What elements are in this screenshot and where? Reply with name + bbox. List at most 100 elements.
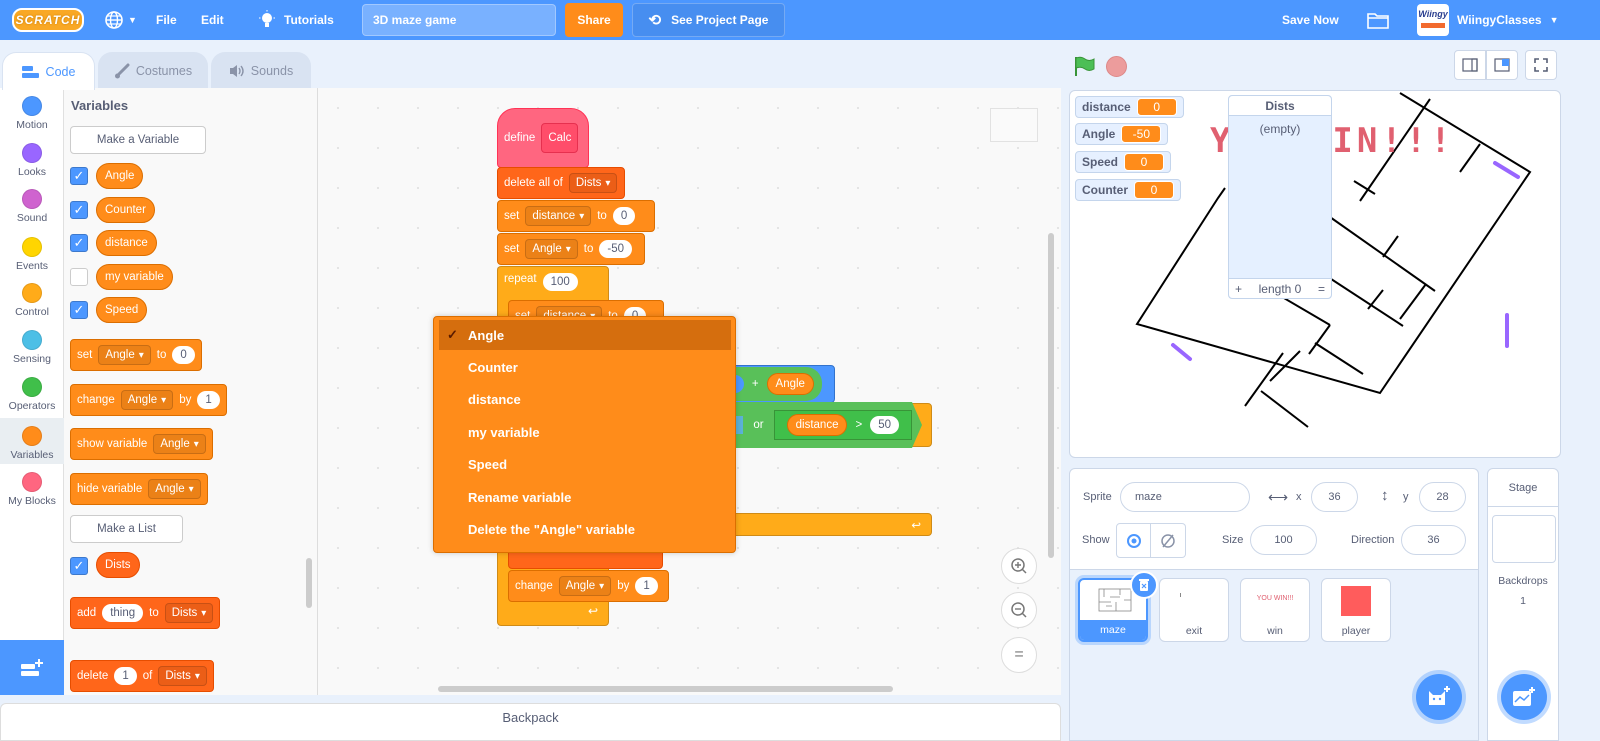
monitor-angle[interactable]: Angle -50	[1075, 123, 1169, 145]
delete-variable-option[interactable]: Delete the "Angle" variable	[439, 514, 731, 544]
variable-dropdown[interactable]: distance	[525, 206, 592, 226]
variable-reporter-my-variable[interactable]: my variable	[96, 264, 173, 290]
value-input[interactable]: 1	[635, 577, 658, 595]
category-control[interactable]: Control	[0, 275, 64, 322]
edit-menu[interactable]: Edit	[201, 0, 224, 40]
or-operator[interactable]: ? or distance > 50	[707, 402, 922, 448]
variable-reporter-distance[interactable]: distance	[96, 230, 157, 256]
size-input[interactable]: 100	[1250, 525, 1317, 555]
variable-dropdown[interactable]: Angle	[558, 576, 612, 596]
choose-backdrop-button[interactable]	[1501, 674, 1547, 720]
language-button[interactable]: ▼	[104, 0, 137, 40]
dropdown-item-my-variable[interactable]: my variable	[439, 417, 731, 447]
share-button[interactable]: Share	[565, 3, 623, 37]
category-motion[interactable]: Motion	[0, 88, 64, 135]
list-reporter-dists[interactable]: Dists	[96, 552, 140, 578]
category-variables[interactable]: Variables	[0, 418, 64, 464]
dropdown-item-angle[interactable]: ✓ Angle	[439, 320, 731, 350]
dropdown-item-counter[interactable]: Counter	[439, 352, 731, 382]
sprite-tile-win[interactable]: YOU WIN!!! win	[1240, 578, 1310, 642]
category-sound[interactable]: Sound	[0, 181, 64, 228]
variable-dropdown[interactable]: Angle	[148, 479, 201, 499]
backdrop-thumbnail[interactable]	[1492, 515, 1556, 563]
user-avatar[interactable]: Wiingy	[1417, 4, 1449, 36]
value-input[interactable]: thing	[102, 604, 144, 622]
checkbox-my-variable[interactable]	[70, 268, 88, 286]
tutorials-button[interactable]: Tutorials	[258, 0, 334, 40]
make-list-button[interactable]: Make a List	[70, 515, 183, 543]
hide-variable-block[interactable]: hide variable Angle	[70, 473, 208, 505]
y-position-input[interactable]: 28	[1419, 482, 1466, 512]
stop-button[interactable]	[1106, 56, 1127, 77]
monitor-speed[interactable]: Speed 0	[1075, 151, 1172, 173]
checkbox-counter[interactable]: ✓	[70, 201, 88, 219]
value-input[interactable]: 50	[870, 416, 899, 434]
scratch-logo[interactable]: SCRATCH	[12, 8, 84, 32]
sprite-tile-exit[interactable]: exit	[1159, 578, 1229, 642]
variable-reporter-speed[interactable]: Speed	[96, 297, 148, 323]
sprite-tile-player[interactable]: player	[1321, 578, 1391, 642]
normal-stage-button[interactable]	[1486, 50, 1518, 80]
list-dropdown[interactable]: Dists	[158, 666, 207, 686]
repeat-count-input[interactable]: 100	[542, 273, 578, 291]
change-variable-block[interactable]: change Angle by 1	[70, 384, 227, 416]
tab-costumes[interactable]: Costumes	[98, 52, 208, 89]
checkbox-distance[interactable]: ✓	[70, 234, 88, 252]
variable-dropdown[interactable]: Angle	[525, 239, 578, 259]
green-flag-button[interactable]	[1073, 55, 1095, 80]
show-sprite-button[interactable]	[1116, 523, 1151, 558]
variable-dropdown[interactable]: Angle	[120, 390, 174, 410]
vertical-scrollbar[interactable]	[1048, 233, 1054, 558]
backpack[interactable]: Backpack	[0, 703, 1061, 741]
category-operators[interactable]: Operators	[0, 369, 64, 416]
list-dropdown[interactable]: Dists	[164, 603, 214, 623]
zoom-out-button[interactable]	[1001, 592, 1037, 628]
list-dropdown[interactable]: Dists	[568, 173, 618, 193]
add-to-list-block[interactable]: add thing to Dists	[70, 597, 221, 629]
value-input[interactable]: 0	[612, 207, 636, 225]
variable-reporter-counter[interactable]: Counter	[96, 197, 155, 223]
small-stage-button[interactable]	[1454, 50, 1486, 80]
checkbox-speed[interactable]: ✓	[70, 301, 88, 319]
file-menu[interactable]: File	[156, 0, 177, 40]
tab-sounds[interactable]: Sounds	[211, 52, 311, 89]
value-input[interactable]: -50	[599, 240, 633, 258]
zoom-in-button[interactable]	[1001, 548, 1037, 584]
variable-dropdown[interactable]: Angle	[98, 345, 151, 365]
make-variable-button[interactable]: Make a Variable	[70, 126, 206, 154]
category-events[interactable]: Events	[0, 229, 64, 276]
stage-canvas[interactable]: YOU WIN!!! distance 0 Angle -50 Speed 0 Cou…	[1069, 90, 1561, 458]
define-block[interactable]: define Calc	[497, 108, 589, 168]
category-looks[interactable]: Looks	[0, 135, 64, 182]
rename-variable-option[interactable]: Rename variable	[439, 482, 731, 512]
delete-sprite-button[interactable]	[1130, 571, 1158, 599]
dropdown-item-speed[interactable]: Speed	[439, 449, 731, 479]
monitor-distance[interactable]: distance 0	[1075, 96, 1184, 118]
set-variable-block[interactable]: set Angle to 0	[70, 339, 202, 371]
angle-reporter[interactable]: Angle	[766, 373, 814, 395]
horizontal-scrollbar[interactable]	[438, 686, 893, 692]
show-variable-block[interactable]: show variable Angle	[70, 428, 213, 460]
distance-reporter[interactable]: distance	[787, 414, 848, 436]
monitor-counter[interactable]: Counter 0	[1075, 179, 1181, 201]
delete-of-list-block[interactable]: delete 1 of Dists	[70, 660, 214, 692]
category-my-blocks[interactable]: My Blocks	[0, 464, 64, 511]
set-angle-block[interactable]: set Angle to -50	[497, 233, 645, 265]
my-stuff-button[interactable]	[1367, 0, 1389, 40]
project-title-input[interactable]: 3D maze game	[362, 4, 556, 36]
category-sensing[interactable]: Sensing	[0, 322, 64, 369]
tab-code[interactable]: Code	[2, 52, 95, 90]
palette-scrollbar[interactable]	[306, 558, 312, 608]
set-distance-block[interactable]: set distance to 0	[497, 200, 655, 232]
list-add-button[interactable]: +	[1235, 282, 1242, 296]
greater-than-operator[interactable]: distance > 50	[774, 410, 912, 440]
reset-zoom-button[interactable]: =	[1001, 637, 1037, 673]
variable-dropdown[interactable]: Angle	[153, 434, 206, 454]
direction-input[interactable]: 36	[1401, 525, 1466, 555]
checkbox-angle[interactable]: ✓	[70, 167, 88, 185]
account-menu[interactable]: WiingyClasses ▼	[1457, 0, 1559, 40]
list-resize-handle[interactable]: =	[1318, 282, 1325, 296]
fullscreen-button[interactable]	[1525, 50, 1557, 80]
save-now-button[interactable]: Save Now	[1282, 0, 1339, 40]
dropdown-item-distance[interactable]: distance	[439, 384, 731, 414]
